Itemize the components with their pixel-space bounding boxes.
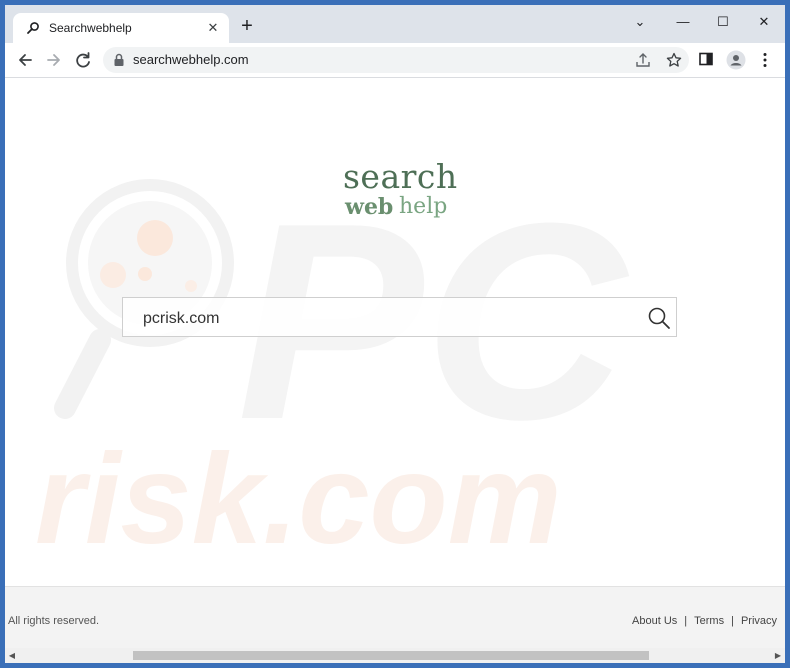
side-panel-icon[interactable] — [696, 50, 716, 70]
reload-icon[interactable] — [71, 48, 95, 72]
page-content: PC risk.com search web help — [5, 78, 785, 586]
lock-icon[interactable] — [113, 53, 125, 67]
minimize-button[interactable]: — — [663, 9, 703, 35]
url-text: searchwebhelp.com — [133, 52, 249, 67]
new-tab-button[interactable]: + — [237, 16, 257, 37]
close-window-button[interactable]: ✕ — [744, 9, 784, 35]
toolbar: searchwebhelp.com — [5, 43, 785, 78]
scroll-left-icon[interactable]: ◀ — [5, 648, 19, 663]
back-arrow-icon[interactable] — [13, 48, 37, 72]
horizontal-scrollbar[interactable]: ◀ ▶ — [5, 648, 785, 663]
tab-title: Searchwebhelp — [49, 21, 132, 35]
about-us-link[interactable]: About Us — [632, 615, 677, 627]
profile-icon[interactable] — [726, 50, 746, 70]
close-icon[interactable]: ✕ — [205, 20, 221, 36]
logo-web-text: web — [345, 194, 394, 220]
logo-help-text: help — [399, 194, 448, 219]
chevron-down-icon[interactable]: ⌄ — [620, 9, 660, 35]
search-box — [122, 297, 677, 337]
watermark-text: risk.com — [35, 428, 562, 571]
scrollbar-thumb[interactable] — [133, 651, 649, 660]
address-bar[interactable]: searchwebhelp.com — [103, 47, 689, 73]
tab-strip: Searchwebhelp ✕ + ⌄ — ☐ ✕ — [5, 5, 785, 43]
search-input[interactable] — [141, 307, 625, 331]
privacy-link[interactable]: Privacy — [741, 615, 777, 627]
page-footer: All rights reserved. About Us | Terms | Priv… — [5, 586, 785, 649]
search-icon — [25, 20, 41, 36]
searchwebhelp-logo: search web help — [343, 158, 463, 228]
scroll-right-icon[interactable]: ▶ — [771, 648, 785, 663]
logo-search-text: search — [343, 157, 458, 196]
tab-searchwebhelp[interactable]: Searchwebhelp ✕ — [13, 13, 229, 43]
kebab-menu-icon[interactable] — [755, 50, 775, 70]
link-separator: | — [684, 615, 688, 627]
star-icon[interactable] — [665, 51, 683, 69]
browser-window: Searchwebhelp ✕ + ⌄ — ☐ ✕ searchwebhelp.… — [5, 5, 785, 663]
maximize-button[interactable]: ☐ — [703, 9, 743, 35]
magnifier-icon[interactable] — [647, 306, 671, 330]
terms-link[interactable]: Terms — [694, 615, 724, 627]
forward-arrow-icon[interactable] — [42, 48, 66, 72]
share-icon[interactable] — [634, 51, 652, 69]
copyright-text: All rights reserved. — [8, 615, 100, 627]
link-separator: | — [731, 615, 734, 627]
footer-links: About Us | Terms | Privacy — [632, 615, 777, 627]
